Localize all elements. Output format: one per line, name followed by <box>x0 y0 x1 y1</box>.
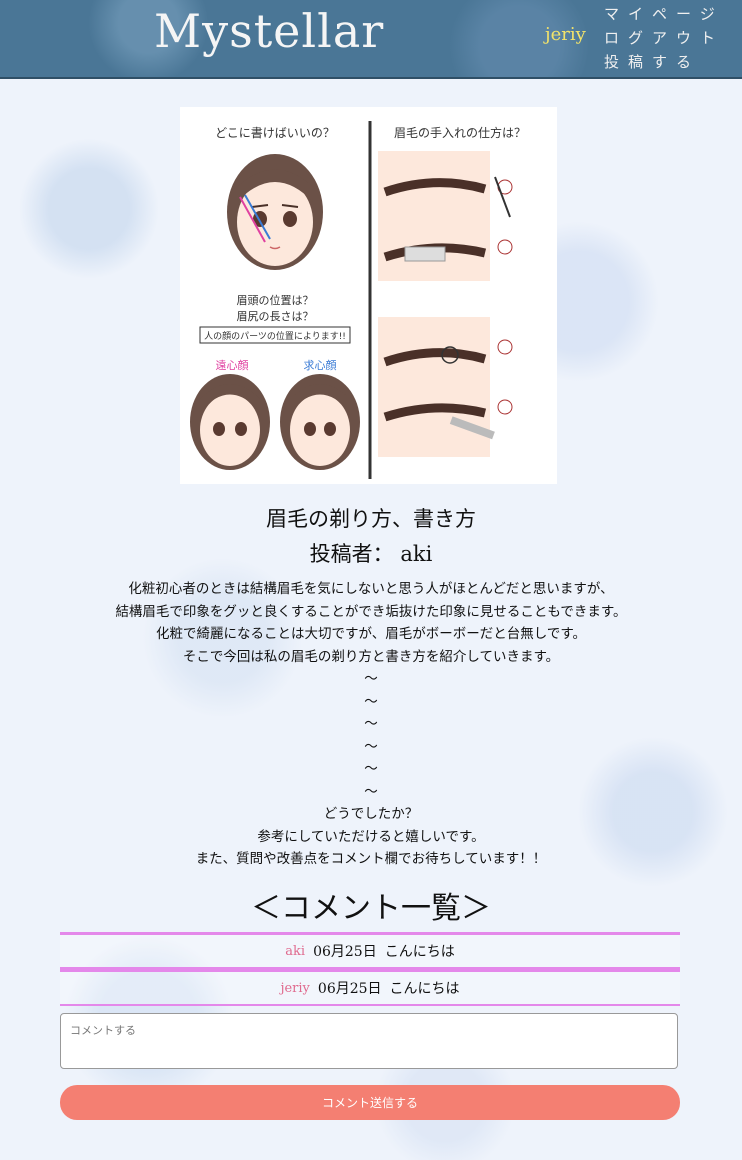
header-nav: マイページ ログアウト 投稿する <box>604 2 724 74</box>
body-line: 〜 <box>364 738 378 755</box>
nav-logout-link[interactable]: ログアウト <box>604 26 724 50</box>
image-subheading-1: 眉頭の位置は？ <box>237 293 314 307</box>
comment-date: 06月25日 <box>317 981 382 997</box>
comment-item: aki 06月25日 こんにちは <box>60 932 680 969</box>
current-username: jeriy <box>545 24 586 45</box>
article-image: どこに書けばいいの？ 眉毛の手入れの仕方は？ 眉頭の位置は？ 眉尻の長さは？ 人… <box>180 107 557 484</box>
image-heading-right: 眉毛の手入れの仕方は？ <box>394 125 526 140</box>
nav-mypage-link[interactable]: マイページ <box>604 2 724 26</box>
post-body: 化粧初心者のときは結構眉毛を気にしないと思う人がほとんどだと思いますが、 結構眉… <box>40 578 702 871</box>
comment-text: こんにちは <box>384 944 455 960</box>
comment-user[interactable]: jeriy <box>280 981 309 996</box>
site-header: Mystellar jeriy マイページ ログアウト 投稿する <box>0 0 742 79</box>
body-line: 〜 <box>364 671 378 687</box>
body-line: 〜 <box>364 761 378 777</box>
body-line: 化粧初心者のときは結構眉毛を気にしないと思う人がほとんどだと思いますが、 <box>128 581 614 597</box>
body-line: どうでしたか？ <box>323 806 419 822</box>
body-line: また、質問や改善点をコメント欄でお待ちしています！！ <box>195 851 547 867</box>
comment-user[interactable]: aki <box>285 944 305 959</box>
body-line: 結構眉毛で印象をグッと良くすることができ垢抜けた印象に見せることもできます。 <box>115 603 627 620</box>
comment-input[interactable] <box>60 1013 678 1069</box>
nav-post-link[interactable]: 投稿する <box>604 50 724 74</box>
image-face-label-left: 遠心顔 <box>216 358 249 372</box>
image-subheading-2: 眉尻の長さは？ <box>237 310 314 323</box>
image-heading-left: どこに書けばいいの？ <box>215 126 335 140</box>
body-line: 参考にしていただけると嬉しいです。 <box>257 828 485 845</box>
image-banner: 人の顔のパーツの位置によります!! <box>204 330 346 342</box>
face-illustration-left <box>190 374 270 470</box>
site-logo[interactable]: Mystellar <box>154 4 384 58</box>
comment-text: こんにちは <box>389 981 460 997</box>
comment-submit-button[interactable]: コメント送信する <box>60 1085 680 1120</box>
body-line: そこで今回は私の眉毛の剃り方と書き方を紹介していきます。 <box>182 648 560 665</box>
face-illustration-right <box>280 374 360 470</box>
body-line: 〜 <box>364 716 378 732</box>
body-line: 〜 <box>364 783 378 800</box>
body-line: 化粧で綺麗になることは大切ですが、眉毛がボーボーだと台無しです。 <box>156 626 586 642</box>
author-label: 投稿者： <box>309 542 394 566</box>
body-line: 〜 <box>364 693 378 710</box>
post-author-line: 投稿者： aki <box>0 538 742 570</box>
author-name[interactable]: aki <box>400 542 432 566</box>
comment-list: aki 06月25日 こんにちは jeriy 06月25日 こんにちは <box>60 932 680 1006</box>
post-title: 眉毛の剃り方、書き方 <box>266 507 476 531</box>
comment-date: 06月25日 <box>313 944 377 960</box>
face-illustration-top <box>227 154 323 270</box>
image-face-label-right: 求心顔 <box>304 358 337 372</box>
comment-item: jeriy 06月25日 こんにちは <box>60 969 680 1006</box>
comments-heading: ＜コメント一覧＞ <box>251 891 491 926</box>
